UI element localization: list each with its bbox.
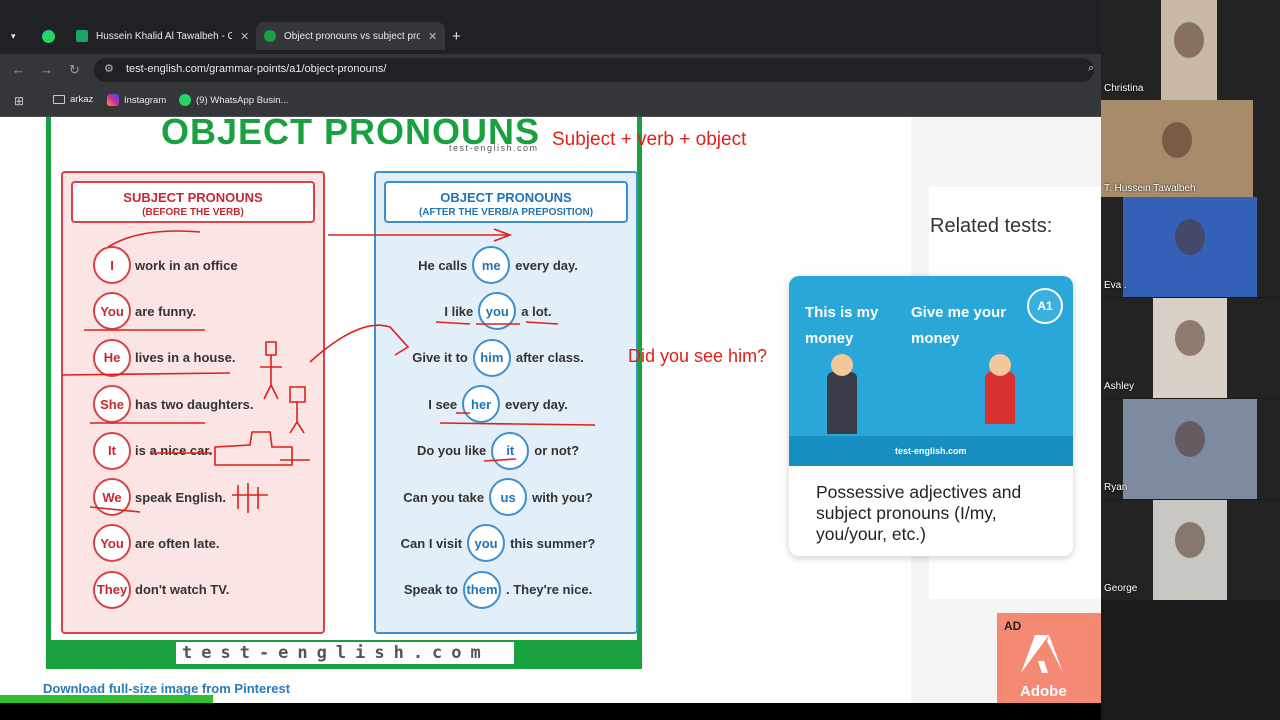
adobe-logo-icon	[1021, 635, 1063, 673]
card-title: Possessive adjectives and subject pronou…	[816, 482, 1022, 544]
ink-line-he	[61, 372, 231, 376]
ink-arrow-top	[328, 228, 513, 242]
ink-underline-isee	[439, 412, 596, 426]
sheets-icon	[76, 30, 88, 42]
ink-underline-ilike	[435, 321, 559, 325]
folder-icon	[53, 95, 65, 104]
whatsapp-pinned-tab[interactable]	[38, 22, 58, 50]
web-page: OBJECT PRONOUNS test-english.com SUBJECT…	[0, 117, 1101, 703]
cartoon-head-left	[831, 354, 853, 376]
close-icon[interactable]: ✕	[428, 30, 437, 43]
bookmark-arkaz[interactable]: arkaz	[53, 94, 93, 105]
screen-bottom-bar	[0, 703, 1101, 720]
tab-title: Hussein Khalid Al Tawalbeh - Go	[96, 30, 232, 42]
ink-people	[232, 483, 268, 513]
annotation-formula: Subject + verb + object	[552, 129, 747, 150]
card-image-left-text: This is my money	[805, 304, 879, 347]
participant-silhouette	[1175, 320, 1205, 356]
participant-silhouette	[1175, 421, 1205, 457]
ink-underline-we	[89, 506, 141, 513]
ink-stick-figure	[260, 341, 282, 400]
related-test-card[interactable]: This is my money Give me your money A1 t…	[789, 276, 1073, 556]
cartoon-head-right	[989, 354, 1011, 376]
level-badge: A1	[1027, 288, 1063, 324]
participant-name: T. Hussein Tawalbeh	[1104, 183, 1196, 194]
ad-label: AD	[1004, 619, 1022, 633]
forward-icon[interactable]: →	[40, 62, 53, 77]
participant-name: Eva .	[1104, 280, 1127, 291]
card-image-right-text: Give me your money	[911, 304, 1007, 347]
whatsapp-icon	[179, 94, 191, 106]
plus-icon: +	[452, 27, 461, 45]
tab-title: Object pronouns vs subject pro	[284, 30, 420, 42]
participant-video	[1123, 197, 1257, 297]
participant-tile[interactable]: Christina	[1101, 0, 1280, 100]
participant-tile[interactable]: Eva .	[1101, 197, 1280, 297]
participant-silhouette	[1175, 219, 1205, 255]
ink-curve-i	[107, 230, 201, 248]
participant-name: Ryan	[1104, 482, 1128, 493]
site-info-icon[interactable]: ⚙	[104, 62, 114, 75]
cartoon-man-right	[985, 372, 1015, 424]
new-tab-button[interactable]: +	[452, 22, 461, 50]
participant-tile[interactable]: George	[1101, 500, 1280, 600]
reload-icon[interactable]: ↻	[69, 62, 80, 78]
card-site: test-english.com	[895, 446, 967, 456]
back-icon[interactable]: ←	[12, 62, 25, 77]
related-title: Related tests:	[930, 215, 1053, 237]
bookmark-label: (9) WhatsApp Busin...	[196, 94, 289, 106]
test-english-icon	[264, 30, 276, 42]
close-icon[interactable]: ✕	[240, 30, 249, 43]
card-image: This is my money Give me your money A1 t…	[789, 276, 1073, 466]
annotation-question: Did you see him?	[628, 346, 768, 366]
bookmark-whatsapp[interactable]: (9) WhatsApp Busin...	[179, 94, 288, 106]
participant-name: George	[1104, 583, 1138, 594]
zoom-icon[interactable]: ⌕	[1088, 62, 1094, 75]
whatsapp-icon	[42, 29, 55, 43]
tab-object-pronouns[interactable]: Object pronouns vs subject pro ✕	[256, 22, 446, 50]
participant-tile[interactable]: Ashley	[1101, 298, 1280, 398]
tab-google-sheet[interactable]: Hussein Khalid Al Tawalbeh - Go ✕	[68, 22, 257, 50]
ink-arrow-he	[309, 324, 410, 363]
participant-tile[interactable]: Ryan	[1101, 399, 1280, 499]
participant-tile[interactable]: T. Hussein Tawalbeh	[1101, 100, 1280, 200]
participant-silhouette	[1175, 522, 1205, 558]
participant-video	[1123, 399, 1257, 499]
participant-silhouette	[1162, 122, 1192, 158]
apps-grid-icon[interactable]: ⊞	[14, 94, 24, 108]
bookmark-label: arkaz	[70, 94, 94, 105]
ad-brand: Adobe	[1020, 683, 1067, 700]
participant-name: Christina	[1104, 83, 1144, 94]
ink-underline-it	[150, 452, 310, 461]
tab-list-button[interactable]: ▾	[6, 22, 26, 50]
url-text: test-english.com/grammar-points/a1/objec…	[126, 63, 387, 75]
participant-video	[1161, 0, 1217, 100]
instagram-icon	[107, 94, 119, 106]
address-bar[interactable]: ⚙ test-english.com/grammar-points/a1/obj…	[94, 58, 1094, 82]
bookmark-instagram[interactable]: Instagram	[107, 94, 166, 106]
cartoon-man-left	[827, 372, 857, 434]
ink-underline-it-obj	[483, 458, 517, 462]
bookmark-label: Instagram	[124, 94, 167, 106]
chevron-down-icon: ▾	[11, 30, 16, 41]
ink-figure-2	[289, 386, 306, 434]
participant-silhouette	[1174, 22, 1204, 58]
participant-video	[1153, 298, 1227, 398]
participant-name: Ashley	[1104, 381, 1135, 392]
participant-video	[1153, 500, 1227, 600]
